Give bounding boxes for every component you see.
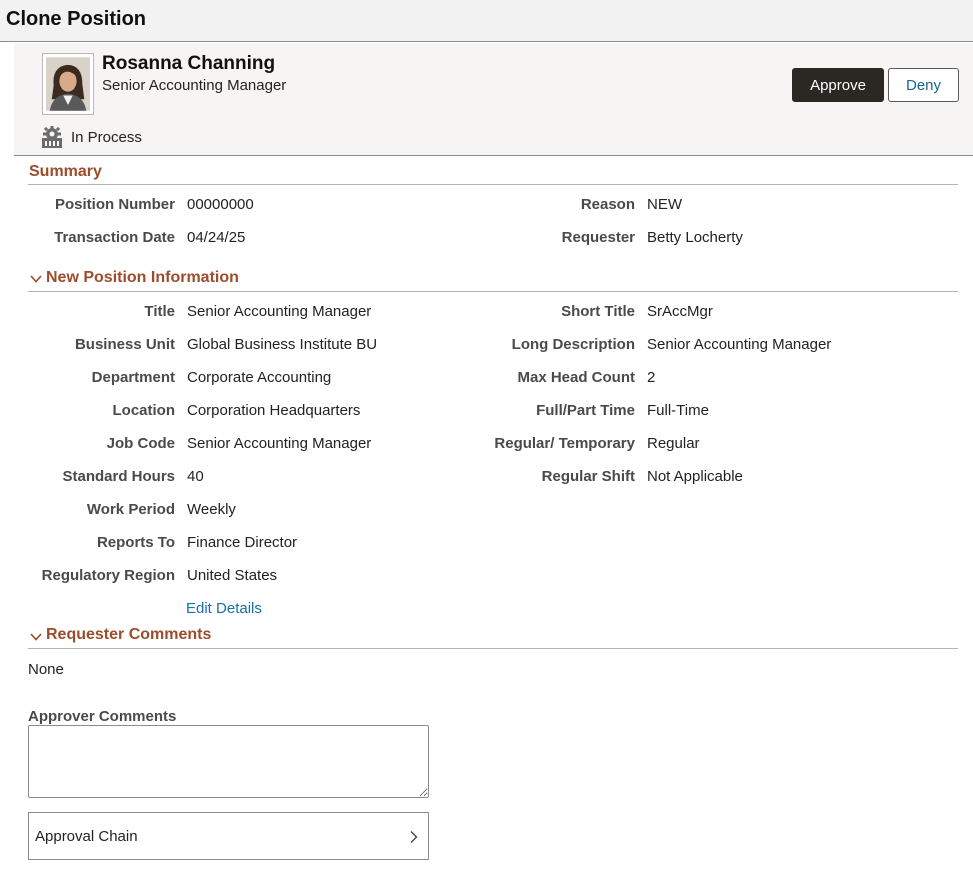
field-label: Work Period [86, 501, 175, 518]
position-number-label: Position Number [54, 196, 175, 213]
divider [28, 648, 958, 649]
field-value: Senior Accounting Manager [647, 336, 832, 353]
field-label: Location [112, 402, 176, 419]
field-label: Long Description [511, 336, 635, 353]
field-label: Standard Hours [62, 468, 175, 485]
field-label: Regular/ Temporary [494, 435, 635, 452]
employee-header: Rosanna Channing Senior Accounting Manag… [14, 43, 973, 156]
requester-value: Betty Locherty [647, 229, 743, 246]
field-value: 2 [647, 369, 656, 386]
requester-comments-text: None [28, 661, 64, 678]
page-title: Clone Position [6, 8, 146, 30]
field-value: Senior Accounting Manager [187, 435, 372, 452]
field-value: Finance Director [187, 534, 298, 551]
field-label: Full/Part Time [536, 402, 635, 419]
field-value: Corporate Accounting [187, 369, 332, 386]
transaction-date-label: Transaction Date [54, 229, 175, 246]
position-number-value: 00000000 [187, 196, 254, 213]
employee-job-title: Senior Accounting Manager [102, 77, 287, 94]
field-label: Regular Shift [541, 468, 635, 485]
approver-comments-input[interactable] [28, 725, 429, 798]
field-value: Senior Accounting Manager [187, 303, 372, 320]
field-value: Full-Time [647, 402, 709, 419]
chevron-right-icon [410, 831, 418, 843]
approval-chain-label: Approval Chain [35, 828, 138, 845]
field-label: Job Code [106, 435, 175, 452]
summary-section-title: Summary [29, 163, 102, 180]
divider [28, 184, 958, 185]
field-label: Business Unit [74, 336, 175, 353]
approver-comments-label: Approver Comments [28, 708, 177, 725]
employee-photo [42, 53, 94, 115]
status-text: In Process [71, 129, 142, 146]
reason-value: NEW [647, 196, 682, 213]
requester-comments-section-title[interactable]: Requester Comments [46, 626, 211, 644]
avatar [46, 57, 90, 111]
page-header: Clone Position [0, 0, 973, 42]
edit-details-link[interactable]: Edit Details [186, 600, 262, 617]
approval-chain-button[interactable]: Approval Chain [28, 812, 429, 860]
field-value: SrAccMgr [647, 303, 713, 320]
requester-label: Requester [561, 229, 635, 246]
field-value: United States [187, 567, 278, 584]
field-label: Max Head Count [517, 369, 635, 386]
collapse-chevron-icon[interactable] [29, 272, 43, 286]
reason-label: Reason [580, 196, 635, 213]
field-value: Global Business Institute BU [187, 336, 378, 353]
collapse-chevron-icon[interactable] [29, 630, 43, 644]
field-label: Short Title [561, 303, 635, 320]
in-process-icon [42, 126, 62, 148]
new-position-section-title[interactable]: New Position Information [46, 269, 239, 287]
divider [28, 291, 958, 292]
field-value: Weekly [187, 501, 236, 518]
field-value: 40 [187, 468, 204, 485]
field-label: Department [91, 369, 175, 386]
approve-button[interactable]: Approve [792, 68, 884, 102]
field-value: Not Applicable [647, 468, 743, 485]
transaction-date-value: 04/24/25 [187, 229, 246, 246]
field-label: Title [144, 303, 175, 320]
field-value: Regular [647, 435, 700, 452]
field-label: Reports To [96, 534, 175, 551]
employee-name: Rosanna Channing [102, 53, 276, 74]
field-value: Corporation Headquarters [187, 402, 361, 419]
field-label: Regulatory Region [41, 567, 175, 584]
deny-button[interactable]: Deny [888, 68, 959, 102]
